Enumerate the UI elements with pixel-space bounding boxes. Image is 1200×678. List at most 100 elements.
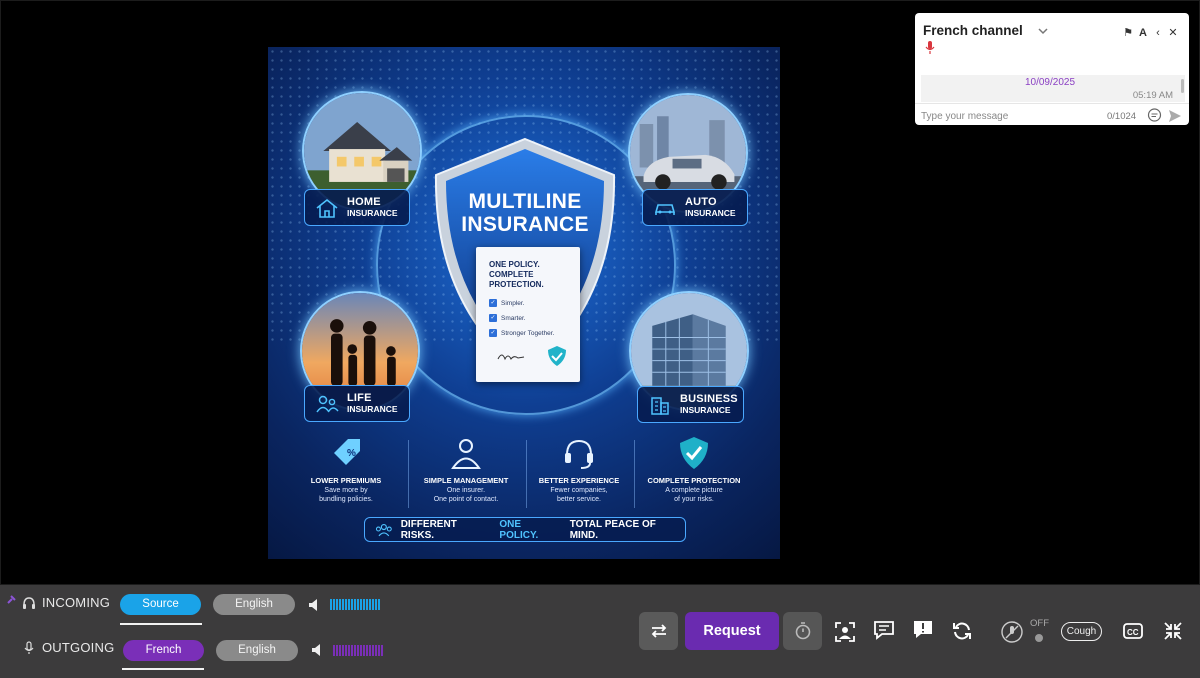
message-button[interactable]	[871, 618, 897, 642]
incoming-source-pill[interactable]: Source	[120, 594, 201, 615]
shield-check-icon	[548, 346, 566, 366]
feature-desc: A complete picture	[665, 487, 723, 494]
pin-icon	[7, 595, 16, 604]
life-title: LIFE	[347, 392, 372, 404]
life-subtitle: INSURANCE	[347, 404, 398, 414]
tagline-part1: DIFFERENT RISKS.	[400, 518, 457, 541]
checkbox-icon: ✓	[489, 329, 497, 337]
feature-title: BETTER EXPERIENCE	[538, 476, 620, 485]
speaker-icon[interactable]	[311, 643, 325, 657]
shield-title-line2: INSURANCE	[461, 213, 589, 236]
auto-insurance-label: AUTO INSURANCE	[642, 189, 748, 226]
doc-check-text: Smarter.	[501, 314, 526, 322]
person-icon	[451, 439, 481, 469]
house-icon	[316, 198, 338, 218]
doc-heading-3: PROTECTION.	[489, 280, 544, 289]
swap-icon	[651, 624, 666, 638]
tagline-part2: ONE POLICY.	[499, 518, 539, 541]
refresh-icon	[953, 622, 971, 640]
feature-complete-protection: COMPLETE PROTECTION A complete picture o…	[638, 435, 750, 504]
feature-better-experience: BETTER EXPERIENCE Fewer companies, bette…	[523, 435, 635, 504]
feature-lower-premiums: % LOWER PREMIUMS Save more by bundling p…	[290, 435, 402, 504]
svg-text:%: %	[347, 448, 356, 459]
incoming-label: INCOMING	[42, 595, 111, 610]
chat-bubble-icon[interactable]	[1147, 108, 1162, 123]
chat-date: 10/09/2025	[1024, 77, 1076, 88]
feature-desc: bundling policies.	[319, 496, 373, 503]
signature-icon	[497, 354, 525, 361]
mic-mute-button[interactable]	[1000, 620, 1024, 644]
cough-button[interactable]: Cough	[1061, 622, 1102, 641]
doc-check-text: Simpler.	[501, 299, 525, 307]
tagline-part3: TOTAL PEACE OF MIND.	[569, 518, 656, 541]
headset-icon	[565, 439, 593, 469]
doc-check-item: ✓ Simpler.	[489, 299, 524, 307]
cc-icon: CC	[1123, 623, 1143, 639]
life-insurance-label: LIFE INSURANCE	[304, 385, 410, 422]
feature-title: COMPLETE PROTECTION	[647, 476, 741, 485]
percent-tag-icon: %	[334, 439, 360, 465]
business-subtitle: INSURANCE	[680, 405, 731, 415]
incoming-row: INCOMING	[22, 595, 110, 610]
outgoing-underline	[122, 668, 204, 670]
feature-desc: One point of contact.	[433, 496, 499, 503]
minimize-button[interactable]	[1161, 619, 1185, 643]
chevron-left-icon[interactable]: ‹	[1152, 27, 1164, 39]
stopwatch-icon	[795, 622, 810, 640]
doc-heading-2: COMPLETE	[489, 270, 534, 279]
mic-icon	[925, 41, 935, 54]
outgoing-source-pill[interactable]: French	[123, 640, 204, 661]
policy-document: ONE POLICY. COMPLETE PROTECTION. ✓ Simpler.…	[476, 247, 580, 382]
auto-subtitle: INSURANCE	[685, 208, 736, 218]
doc-check-item: ✓ Stronger Together.	[489, 329, 554, 337]
send-icon[interactable]	[1168, 109, 1182, 123]
incoming-language-pill[interactable]: English	[213, 594, 295, 615]
captions-button[interactable]: CC	[1121, 620, 1145, 642]
home-insurance-label: HOME INSURANCE	[304, 189, 410, 226]
feature-title: SIMPLE MANAGEMENT	[423, 476, 509, 485]
speaker-icon[interactable]	[308, 598, 322, 612]
business-insurance-label: BUSINESS INSURANCE	[637, 386, 744, 423]
home-title: HOME	[347, 196, 381, 208]
tagline-banner: DIFFERENT RISKS. ONE POLICY. TOTAL PEACE…	[364, 517, 686, 542]
alert-button[interactable]	[910, 618, 936, 642]
incoming-volume-meter	[330, 599, 382, 610]
swap-button[interactable]	[639, 612, 678, 650]
feature-desc: of your risks.	[674, 496, 714, 503]
shared-image-poster: HOME INSURANCE AUTO INSURANCE LIFE INSURANC…	[268, 47, 780, 559]
home-subtitle: INSURANCE	[347, 208, 398, 218]
shield-title-line1: MULTILINE	[468, 190, 582, 213]
shield-check-icon	[680, 437, 708, 469]
chat-time: 05:19 AM	[1132, 90, 1173, 101]
message-input[interactable]	[921, 108, 1091, 124]
refresh-button[interactable]	[949, 619, 975, 643]
close-icon[interactable]: ✕	[1167, 26, 1179, 39]
feature-desc: Save more by	[324, 487, 368, 494]
incoming-underline	[120, 623, 202, 625]
feature-desc: better service.	[557, 496, 601, 503]
mic-state-label: OFF	[1030, 618, 1049, 629]
outgoing-language-pill[interactable]: English	[216, 640, 298, 661]
divider	[634, 440, 635, 508]
font-size-icon[interactable]: A	[1137, 27, 1149, 39]
bell-icon[interactable]: ⚑	[1122, 26, 1134, 39]
divider	[408, 440, 409, 508]
checkbox-icon: ✓	[489, 299, 497, 307]
group-icon	[375, 523, 392, 536]
people-icon	[316, 395, 339, 412]
business-title: BUSINESS	[680, 393, 738, 405]
chat-message-area[interactable]: 10/09/2025 05:19 AM	[921, 75, 1185, 102]
screenshot-person-button[interactable]	[832, 620, 858, 644]
outgoing-label: OUTGOING	[42, 640, 115, 655]
mic-state-indicator	[1035, 634, 1043, 642]
video-stage: HOME INSURANCE AUTO INSURANCE LIFE INSURANC…	[0, 0, 1200, 585]
chevron-down-icon[interactable]	[1036, 24, 1050, 38]
alert-message-icon	[914, 621, 932, 638]
chat-scrollbar[interactable]	[1181, 79, 1184, 93]
request-button[interactable]: Request	[685, 612, 779, 650]
doc-check-item: ✓ Smarter.	[489, 314, 526, 322]
checkbox-icon: ✓	[489, 314, 497, 322]
feature-title: LOWER PREMIUMS	[310, 476, 382, 485]
timer-button[interactable]	[783, 612, 822, 650]
chat-title: French channel	[923, 23, 1023, 38]
